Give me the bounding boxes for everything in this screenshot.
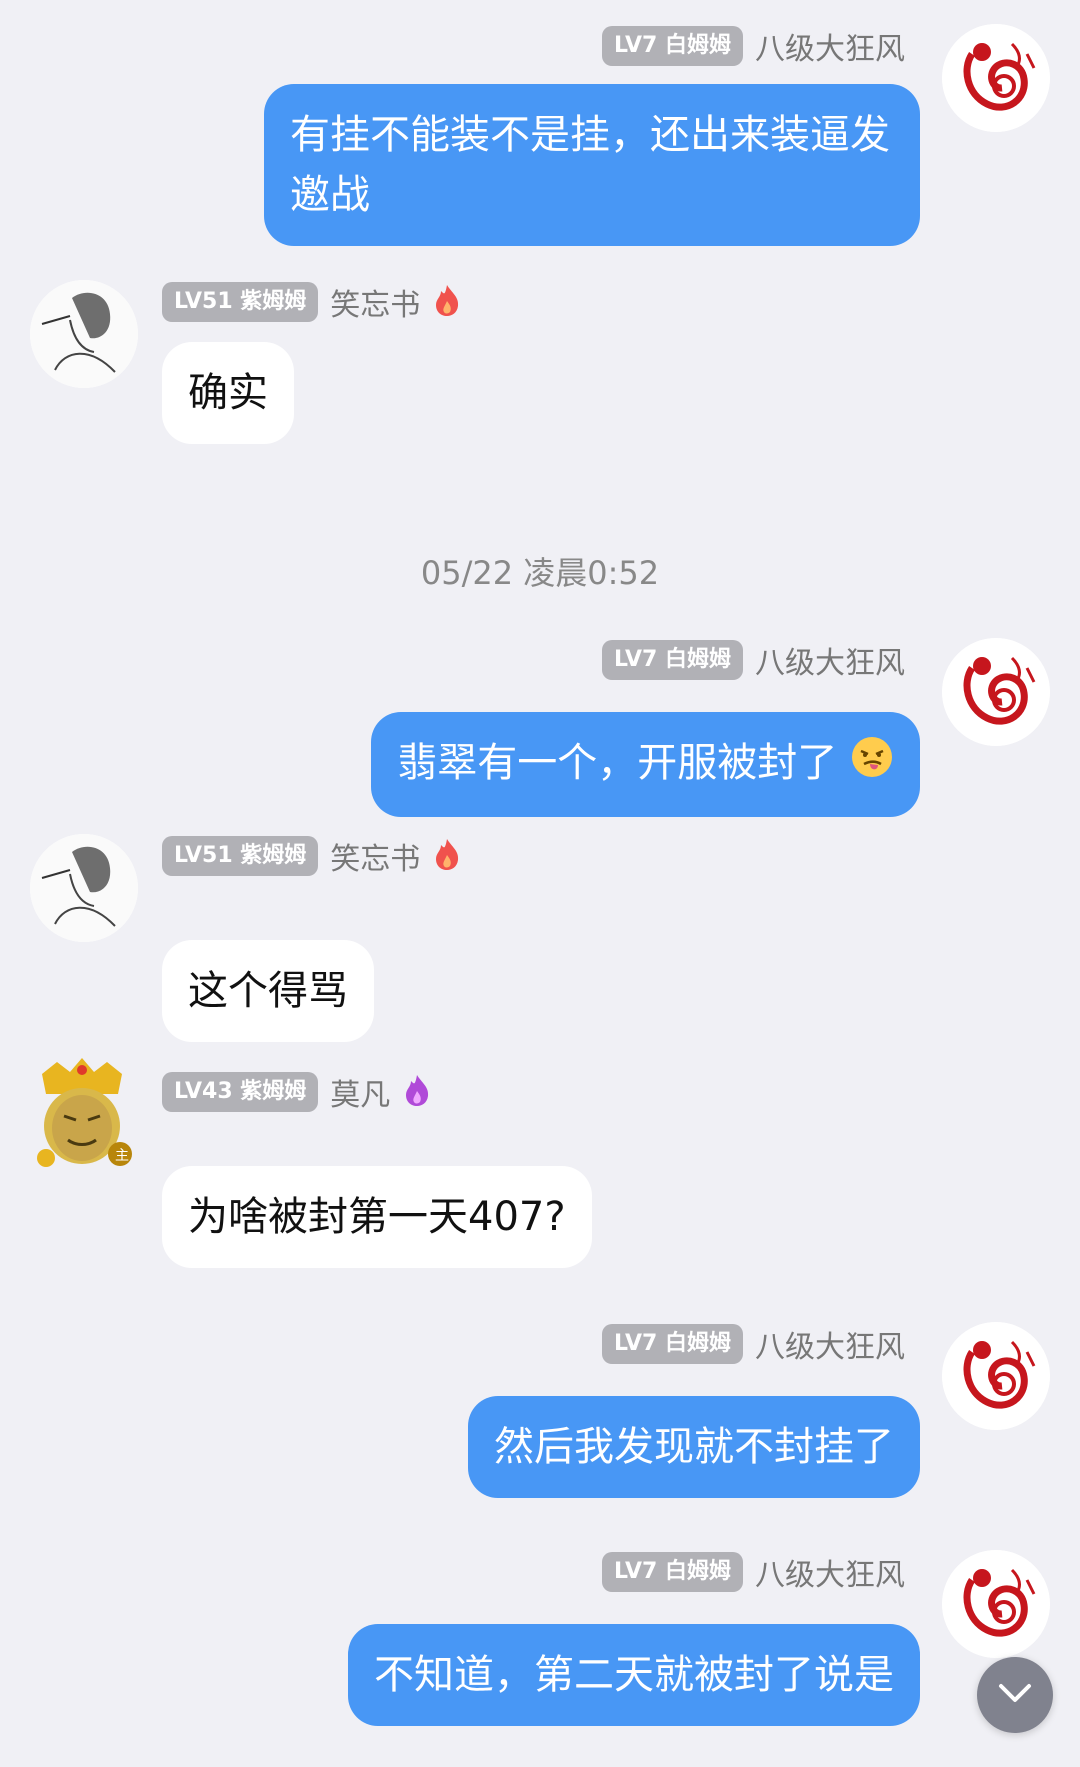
message-6: LV7 白姆姆 八级大狂风 不知道，第二天就被封了说是 bbox=[0, 1550, 1080, 1750]
message-bubble[interactable]: 然后我发现就不封挂了 bbox=[468, 1396, 920, 1498]
flame-icon bbox=[432, 283, 462, 321]
message-4: 主 LV43 紫姆姆 莫凡 为啥被封第一天407? bbox=[0, 1058, 1080, 1282]
message-2: LV7 白姆姆 八级大狂风 翡翠有一个，开服被封了 bbox=[0, 638, 1080, 818]
sender-name[interactable]: 八级大狂风 bbox=[755, 24, 905, 68]
level-badge: LV7 白姆姆 bbox=[602, 1552, 743, 1592]
chevron-down-icon bbox=[997, 1681, 1033, 1709]
sender-meta: LV7 白姆姆 八级大狂风 bbox=[602, 638, 905, 682]
sketch-man-avatar[interactable] bbox=[30, 280, 138, 388]
sender-name[interactable]: 莫凡 bbox=[330, 1070, 390, 1114]
level-badge: LV51 紫姆姆 bbox=[162, 282, 319, 322]
flame-icon bbox=[432, 837, 462, 875]
level-badge: LV51 紫姆姆 bbox=[162, 836, 319, 876]
message-1: LV51 紫姆姆 笑忘书 确实 bbox=[0, 280, 1080, 444]
sender-meta: LV7 白姆姆 八级大狂风 bbox=[602, 24, 905, 68]
scroll-to-bottom-button[interactable] bbox=[977, 1657, 1053, 1733]
level-badge: LV7 白姆姆 bbox=[602, 26, 743, 66]
snake-papercut-avatar[interactable] bbox=[942, 24, 1050, 132]
level-badge: LV7 白姆姆 bbox=[602, 1324, 743, 1364]
sender-meta: LV43 紫姆姆 莫凡 bbox=[162, 1070, 432, 1114]
message-bubble[interactable]: 这个得骂 bbox=[162, 940, 374, 1042]
svg-text:主: 主 bbox=[115, 1148, 129, 1164]
sender-name[interactable]: 笑忘书 bbox=[330, 280, 420, 324]
sender-meta: LV51 紫姆姆 笑忘书 bbox=[162, 280, 462, 324]
message-bubble[interactable]: 为啥被封第一天407? bbox=[162, 1166, 592, 1268]
purple-flame-icon bbox=[402, 1073, 432, 1111]
message-bubble[interactable]: 有挂不能装不是挂，还出来装逼发邀战 bbox=[264, 84, 920, 246]
tongue-out-emoji bbox=[850, 735, 894, 796]
message-0: LV7 白姆姆 八级大狂风 有挂不能装不是挂，还出来装逼发邀战 bbox=[0, 24, 1080, 264]
message-bubble[interactable]: 确实 bbox=[162, 342, 294, 444]
message-5: LV7 白姆姆 八级大狂风 然后我发现就不封挂了 bbox=[0, 1322, 1080, 1522]
timestamp: 05/22 凌晨0:52 bbox=[420, 554, 660, 592]
golden-crown-face-avatar[interactable]: 主 bbox=[22, 1054, 142, 1174]
chat-screen: { "messages": [ { "side": "out", "badge"… bbox=[0, 0, 1080, 1767]
sketch-man-avatar[interactable] bbox=[30, 834, 138, 942]
snake-papercut-avatar[interactable] bbox=[942, 1322, 1050, 1430]
sender-meta: LV7 白姆姆 八级大狂风 bbox=[602, 1322, 905, 1366]
snake-papercut-avatar[interactable] bbox=[942, 1550, 1050, 1658]
sender-name[interactable]: 八级大狂风 bbox=[755, 1322, 905, 1366]
message-bubble[interactable]: 不知道，第二天就被封了说是 bbox=[348, 1624, 920, 1726]
message-text: 翡翠有一个，开服被封了 bbox=[397, 740, 838, 786]
sender-meta: LV51 紫姆姆 笑忘书 bbox=[162, 834, 462, 878]
level-badge: LV43 紫姆姆 bbox=[162, 1072, 319, 1112]
message-bubble[interactable]: 翡翠有一个，开服被封了 bbox=[371, 712, 920, 817]
sender-name[interactable]: 笑忘书 bbox=[330, 834, 420, 878]
message-3: LV51 紫姆姆 笑忘书 这个得骂 bbox=[0, 834, 1080, 1042]
sender-name[interactable]: 八级大狂风 bbox=[755, 638, 905, 682]
snake-papercut-avatar[interactable] bbox=[942, 638, 1050, 746]
level-badge: LV7 白姆姆 bbox=[602, 640, 743, 680]
sender-meta: LV7 白姆姆 八级大狂风 bbox=[602, 1550, 905, 1594]
sender-name[interactable]: 八级大狂风 bbox=[755, 1550, 905, 1594]
